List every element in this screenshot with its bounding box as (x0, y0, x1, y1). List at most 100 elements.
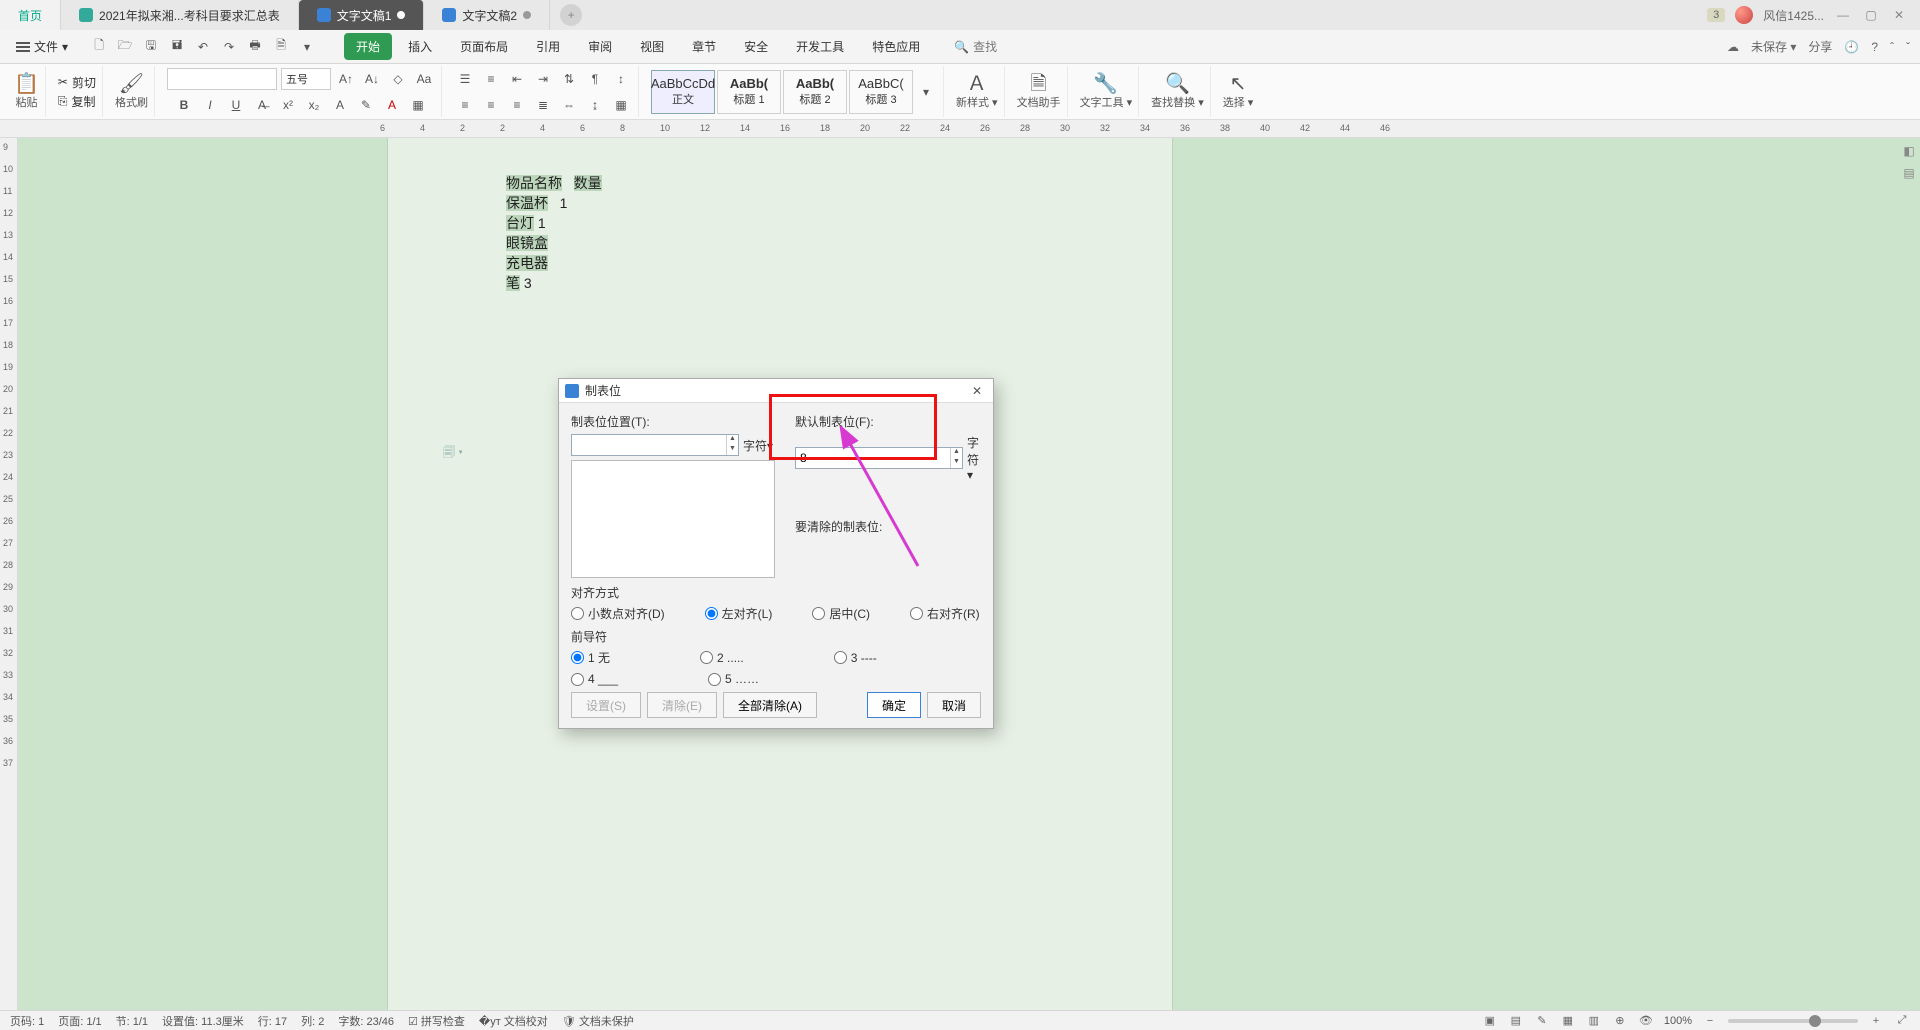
view-mode-icon[interactable]: ▦ (1560, 1013, 1576, 1029)
file-menu[interactable]: 文件▾ (10, 34, 74, 59)
open-icon[interactable]: 🗁 (114, 36, 136, 58)
ribbon-tab-review[interactable]: 审阅 (576, 33, 624, 60)
strike-icon[interactable]: A̶ (251, 94, 273, 116)
ribbon-tab-insert[interactable]: 插入 (396, 33, 444, 60)
align-center-icon[interactable]: ≡ (480, 94, 502, 116)
status-section[interactable]: 节: 1/1 (116, 1013, 148, 1029)
cut-label[interactable]: 剪切 (72, 74, 96, 91)
tab-home[interactable]: 首页 (0, 0, 61, 30)
ok-button[interactable]: 确定 (867, 692, 921, 718)
redo-icon[interactable]: ↷ (218, 36, 240, 58)
leader-3-radio[interactable]: 3 ---- (834, 649, 877, 666)
highlight-icon[interactable]: ✎ (355, 94, 377, 116)
unsaved-label[interactable]: 未保存 ▾ (1751, 38, 1796, 55)
line-spacing-icon[interactable]: ↕ (610, 68, 632, 90)
italic-icon[interactable]: I (199, 94, 221, 116)
save-as-icon[interactable]: 🖬 (166, 36, 188, 58)
font-color-icon[interactable]: A (381, 94, 403, 116)
spinner[interactable]: ▲▼ (950, 448, 962, 468)
leader-4-radio[interactable]: 4 ___ (571, 672, 618, 686)
search-box[interactable]: 🔍 查找 (954, 38, 997, 55)
copy-icon[interactable]: ⎘ (58, 94, 68, 109)
ribbon-tab-start[interactable]: 开始 (344, 33, 392, 60)
para-spacing-icon[interactable]: ↨ (584, 94, 606, 116)
status-setvalue[interactable]: 设置值: 11.3厘米 (162, 1013, 244, 1029)
text-effect-icon[interactable]: A (329, 94, 351, 116)
history-icon[interactable]: 🕘 (1844, 40, 1859, 54)
tab-doc-3[interactable]: 文字文稿2 (424, 0, 550, 30)
ribbon-tab-special[interactable]: 特色应用 (860, 33, 932, 60)
vertical-ruler[interactable]: 9101112131415161718192021222324252627282… (0, 138, 18, 1010)
user-name[interactable]: 风信1425... (1763, 7, 1824, 24)
subscript-icon[interactable]: x₂ (303, 94, 325, 116)
expand-ribbon-icon[interactable]: ˇ (1906, 40, 1910, 54)
align-left-icon[interactable]: ≡ (454, 94, 476, 116)
view-mode-icon[interactable]: ▤ (1508, 1013, 1524, 1029)
minimize-button[interactable]: — (1834, 8, 1852, 22)
indent-left-icon[interactable]: ⇤ (506, 68, 528, 90)
close-window-button[interactable]: ✕ (1890, 8, 1908, 22)
status-protect[interactable]: 🛡 文档未保护 (562, 1013, 634, 1029)
set-button[interactable]: 设置(S) (571, 692, 641, 718)
show-marks-icon[interactable]: ¶ (584, 68, 606, 90)
number-list-icon[interactable]: ≡ (480, 68, 502, 90)
status-proof[interactable]: �ут 文档校对 (479, 1013, 548, 1029)
leader-2-radio[interactable]: 2 ..... (700, 649, 744, 666)
align-left-radio[interactable]: 左对齐(L) (705, 605, 773, 622)
style-heading2[interactable]: AaBb(标题 2 (783, 70, 847, 114)
fullscreen-icon[interactable]: ⤢ (1894, 1013, 1910, 1029)
status-page[interactable]: 页码: 1 (10, 1013, 44, 1029)
web-view-icon[interactable]: ⊕ (1612, 1013, 1628, 1029)
zoom-in-button[interactable]: + (1868, 1013, 1884, 1029)
doc-assist-button[interactable]: 🗎文档助手 (1017, 74, 1061, 110)
grow-font-icon[interactable]: A↑ (335, 68, 357, 90)
print-preview-icon[interactable]: 🗎 (270, 36, 292, 58)
align-decimal-radio[interactable]: 小数点对齐(D) (571, 605, 665, 622)
new-tab-button[interactable]: + (560, 4, 582, 26)
bullet-list-icon[interactable]: ☰ (454, 68, 476, 90)
shading-icon[interactable]: ▦ (407, 94, 429, 116)
ribbon-tab-chapter[interactable]: 章节 (680, 33, 728, 60)
paste-options-icon[interactable]: 🗐 ▾ (443, 443, 463, 464)
font-family-select[interactable] (167, 68, 277, 90)
horizontal-ruler[interactable]: 6422468101214161820222426283032343638404… (0, 120, 1920, 138)
format-painter-button[interactable]: 🖌格式刷 (115, 74, 148, 110)
style-heading1[interactable]: AaBb(标题 1 (717, 70, 781, 114)
ribbon-tab-view[interactable]: 视图 (628, 33, 676, 60)
tab-doc-1[interactable]: 2021年拟来湘...考科目要求汇总表 (61, 0, 299, 30)
copy-label[interactable]: 复制 (72, 93, 96, 110)
leader-1-radio[interactable]: 1 无 (571, 649, 610, 666)
ribbon-tab-layout[interactable]: 页面布局 (448, 33, 520, 60)
status-chars[interactable]: 字数: 23/46 (338, 1013, 394, 1029)
spinner[interactable]: ▲▼ (726, 435, 738, 455)
side-icon[interactable]: ◧ (1903, 144, 1914, 158)
status-spellcheck[interactable]: ☑ 拼写检查 (408, 1013, 465, 1029)
shrink-font-icon[interactable]: A↓ (361, 68, 383, 90)
collapse-ribbon-icon[interactable]: ˆ (1890, 40, 1894, 54)
view-mode-icon[interactable]: ✎ (1534, 1013, 1550, 1029)
new-doc-icon[interactable]: 🗋 (88, 36, 110, 58)
qat-more-icon[interactable]: ▾ (296, 36, 318, 58)
leader-5-radio[interactable]: 5 …… (708, 672, 759, 686)
cancel-button[interactable]: 取消 (927, 692, 981, 718)
distribute-icon[interactable]: ⇔ (558, 94, 580, 116)
change-case-icon[interactable]: Aa (413, 68, 435, 90)
save-icon[interactable]: 🖫 (140, 36, 162, 58)
scissors-icon[interactable]: ✂ (58, 75, 68, 89)
reading-view-icon[interactable]: 👁 (1638, 1013, 1654, 1029)
ribbon-tab-devtools[interactable]: 开发工具 (784, 33, 856, 60)
new-style-button[interactable]: Ａ新样式 ▾ (956, 74, 998, 110)
tab-doc-2[interactable]: 文字文稿1 (299, 0, 425, 30)
tab-position-input[interactable] (571, 434, 739, 456)
find-replace-button[interactable]: 🔍查找替换 ▾ (1151, 74, 1204, 110)
close-dialog-button[interactable]: ✕ (967, 384, 987, 398)
view-mode-icon[interactable]: ▥ (1586, 1013, 1602, 1029)
side-icon[interactable]: ▤ (1903, 166, 1914, 180)
border-icon[interactable]: ▦ (610, 94, 632, 116)
align-right-icon[interactable]: ≡ (506, 94, 528, 116)
zoom-slider[interactable] (1728, 1019, 1858, 1023)
view-mode-icon[interactable]: ▣ (1482, 1013, 1498, 1029)
style-heading3[interactable]: AaBbC(标题 3 (849, 70, 913, 114)
status-page-of[interactable]: 页面: 1/1 (58, 1013, 101, 1029)
align-justify-icon[interactable]: ≣ (532, 94, 554, 116)
